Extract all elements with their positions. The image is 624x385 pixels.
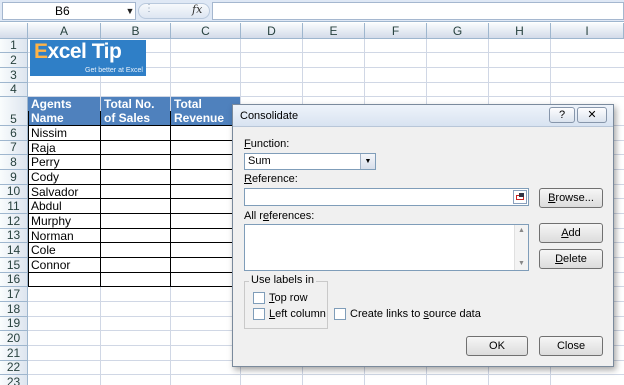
row-header[interactable]: 9 [0, 170, 28, 185]
function-label: Function: [244, 138, 290, 150]
column-header-f[interactable]: F [365, 23, 427, 39]
table-row[interactable]: Raja [28, 141, 100, 155]
column-header-c[interactable]: C [171, 23, 241, 39]
all-references-label: All references: [244, 210, 315, 222]
logo-tagline: Get better at Excel [85, 67, 143, 74]
row-header[interactable]: 20 [0, 331, 28, 346]
table-row[interactable]: Murphy [28, 214, 100, 228]
column-header-a[interactable]: A [28, 23, 101, 39]
scroll-up-icon[interactable]: ▲ [515, 225, 528, 237]
dialog-title: Consolidate [240, 110, 299, 122]
table-row[interactable]: Cody [28, 170, 100, 184]
table-row[interactable]: Abdul [28, 199, 100, 213]
formula-bar: B6 ▼ ⋮ fx [0, 0, 624, 22]
close-button[interactable]: Close [539, 336, 603, 356]
chevron-down-icon[interactable]: ▼ [360, 154, 375, 169]
table-row[interactable]: Nissim [28, 126, 100, 140]
row-header[interactable]: 2 [0, 53, 28, 68]
column-header-g[interactable]: G [427, 23, 489, 39]
row-header[interactable]: 10 [0, 185, 28, 199]
row-header[interactable]: 15 [0, 258, 28, 273]
column-header-i[interactable]: I [551, 23, 624, 39]
row-header[interactable]: 7 [0, 141, 28, 155]
create-links-checkbox[interactable] [334, 308, 346, 320]
column-header-e[interactable]: E [303, 23, 365, 39]
collapse-dialog-icon[interactable] [513, 190, 527, 204]
row-header[interactable]: 8 [0, 155, 28, 170]
excel-tip-logo: Excel Tip Get better at Excel [30, 40, 146, 76]
table-row[interactable]: Connor [28, 258, 100, 272]
row-header[interactable]: 4 [0, 83, 28, 97]
table-row[interactable]: Norman [28, 229, 100, 243]
list-scrollbar[interactable]: ▲ ▼ [514, 225, 528, 270]
row-header[interactable]: 18 [0, 302, 28, 317]
formula-input[interactable] [212, 2, 624, 20]
header-total-revenue[interactable]: Total Revenue [171, 97, 240, 126]
select-all-corner[interactable] [0, 23, 28, 39]
row-header[interactable]: 11 [0, 199, 28, 214]
row-header[interactable]: 12 [0, 214, 28, 229]
consolidate-dialog: Consolidate ? ✕ Function: Sum ▼ Referenc… [232, 104, 614, 367]
add-button[interactable]: Add [539, 223, 603, 243]
logo-title: Excel Tip [34, 40, 122, 63]
dialog-titlebar[interactable]: Consolidate ? ✕ [233, 105, 613, 127]
column-headers: A B C D E F G H I [0, 23, 624, 39]
scroll-down-icon[interactable]: ▼ [515, 258, 528, 270]
reference-label: Reference: [244, 173, 298, 185]
header-agents-name[interactable]: Agents Name [28, 97, 100, 126]
column-header-d[interactable]: D [241, 23, 303, 39]
row-header[interactable]: 19 [0, 317, 28, 331]
row-header[interactable]: 22 [0, 361, 28, 375]
table-row[interactable]: Perry [28, 155, 100, 169]
function-select[interactable]: Sum ▼ [244, 153, 376, 170]
table-row[interactable]: Salvador [28, 185, 100, 199]
table-row[interactable]: Cole [28, 243, 100, 257]
row-header[interactable]: 1 [0, 39, 28, 53]
column-header-b[interactable]: B [101, 23, 171, 39]
help-button[interactable]: ? [549, 107, 575, 123]
row-header[interactable]: 23 [0, 375, 28, 385]
row-header[interactable]: 13 [0, 229, 28, 243]
row-header[interactable]: 17 [0, 287, 28, 302]
drag-dots-icon: ⋮ [144, 3, 154, 14]
all-references-list[interactable]: ▲ ▼ [244, 224, 529, 271]
left-column-label[interactable]: Left column [269, 308, 326, 320]
left-column-checkbox[interactable] [253, 308, 265, 320]
header-total-sales[interactable]: Total No. of Sales [101, 97, 170, 126]
insert-function-icon[interactable]: fx [192, 3, 202, 16]
name-box[interactable]: B6 [2, 2, 136, 20]
top-row-checkbox[interactable] [253, 292, 265, 304]
row-header[interactable]: 6 [0, 126, 28, 141]
browse-button[interactable]: Browse... [539, 188, 603, 208]
column-header-h[interactable]: H [489, 23, 551, 39]
ok-button[interactable]: OK [466, 336, 528, 356]
row-header[interactable]: 21 [0, 346, 28, 361]
reference-input[interactable] [244, 188, 529, 206]
row-header[interactable]: 14 [0, 243, 28, 258]
row-header[interactable]: 16 [0, 273, 28, 287]
use-labels-legend: Use labels in [249, 274, 316, 286]
create-links-label[interactable]: Create links to source data [350, 308, 481, 320]
close-icon[interactable]: ✕ [577, 107, 607, 123]
row-header[interactable]: 3 [0, 68, 28, 83]
chevron-down-icon[interactable]: ▼ [124, 2, 136, 20]
row-header[interactable]: 5 [0, 97, 28, 126]
use-labels-group [244, 281, 328, 329]
top-row-label[interactable]: Top row [269, 292, 308, 304]
delete-button[interactable]: Delete [539, 249, 603, 269]
